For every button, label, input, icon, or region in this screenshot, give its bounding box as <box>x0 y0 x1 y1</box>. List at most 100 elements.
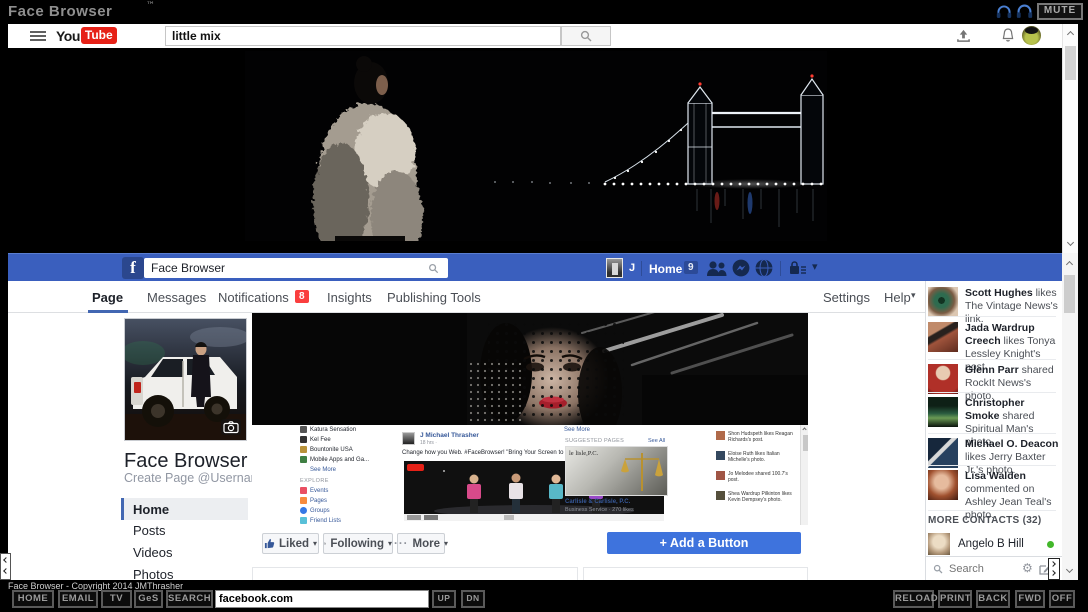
fwd-button[interactable]: FWD <box>1015 590 1045 608</box>
scroll-corner-left[interactable] <box>0 553 11 580</box>
search-icon[interactable] <box>428 263 439 274</box>
back-button[interactable]: BACK <box>976 590 1010 608</box>
youtube-scrollbar[interactable] <box>1062 24 1078 253</box>
reload-button[interactable]: RELOAD <box>893 590 934 608</box>
tab-notifications[interactable]: Notifications <box>218 290 289 305</box>
embed-suggested-card: le lisle,P.C. <box>565 446 668 496</box>
contact-avatar <box>928 533 950 555</box>
chat-search-input[interactable] <box>947 560 1017 577</box>
scroll-down-icon[interactable] <box>1067 239 1074 246</box>
tab-messages[interactable]: Messages <box>147 290 206 305</box>
more-contacts-header: MORE CONTACTS (32) <box>928 515 1042 526</box>
facebook-search-input[interactable] <box>144 258 448 278</box>
sidebar-item-home[interactable]: Home <box>121 498 248 520</box>
upload-icon[interactable] <box>956 29 971 43</box>
story-thumbnail <box>928 438 958 468</box>
settings-link[interactable]: Settings <box>823 290 870 305</box>
headphones-icon <box>996 5 1012 19</box>
embed-see-more-link: See More <box>564 427 590 433</box>
url-input[interactable] <box>215 590 429 608</box>
email-button[interactable]: EMAIL <box>58 590 98 608</box>
feed-card-edge-2 <box>583 567 808 580</box>
cover-photo[interactable]: Katura Sensation Kel Fee Bountonite USA … <box>252 313 808 525</box>
dn-button[interactable]: DN <box>461 590 485 608</box>
page-create-hint[interactable]: Create Page @Username <box>124 471 268 485</box>
story-thumbnail <box>928 287 958 317</box>
app-title: Face Browser <box>8 3 112 20</box>
chat-search-bar: ⚙ <box>925 556 1062 580</box>
video-player[interactable] <box>245 51 827 250</box>
sidebar-item-videos[interactable]: Videos <box>133 545 173 560</box>
embed-card-title: Carlisle & Carlisle, P.C. <box>565 499 630 505</box>
help-caret-icon: ▾ <box>911 291 916 301</box>
ticker-item[interactable]: Scott Hughes likes The Vintage News's li… <box>928 287 1060 326</box>
contact-row[interactable]: Angelo B Hill <box>928 533 1058 555</box>
scrollbar-thumb[interactable] <box>1064 275 1075 313</box>
friend-requests-icon[interactable] <box>705 260 727 276</box>
liked-button[interactable]: Liked▾ <box>262 533 319 554</box>
embed-see-all-link: See All <box>648 438 665 444</box>
following-button[interactable]: Following▾ <box>323 533 393 554</box>
home-link[interactable]: Home <box>649 262 682 276</box>
off-button[interactable]: OFF <box>1049 590 1075 608</box>
page-title: Face Browser <box>124 450 247 473</box>
ges-button[interactable]: GeS <box>134 590 163 608</box>
scroll-up-icon[interactable] <box>1066 261 1073 268</box>
facebook-scrollbar[interactable] <box>1062 253 1078 580</box>
up-button[interactable]: UP <box>432 590 456 608</box>
page-admin-tabs: Page Messages Notifications 8 Insights P… <box>8 281 925 313</box>
help-link[interactable]: Help <box>884 290 911 305</box>
home-button[interactable]: HOME <box>12 590 54 608</box>
print-button[interactable]: PRINT <box>938 590 972 608</box>
search-button[interactable]: SEARCH <box>166 590 213 608</box>
notifications-bell-icon[interactable] <box>1001 28 1015 44</box>
headphones-icon-2 <box>1016 4 1033 19</box>
embed-scrollbar <box>800 425 808 525</box>
privacy-shortcuts-lock-icon[interactable] <box>789 261 806 275</box>
add-a-button[interactable]: + Add a Button <box>607 532 801 554</box>
avatar[interactable] <box>1022 26 1041 45</box>
search-icon <box>933 564 943 574</box>
scroll-down-icon[interactable] <box>1066 566 1073 573</box>
mute-button[interactable]: MUTE <box>1037 3 1083 20</box>
globe-icon[interactable] <box>755 259 773 277</box>
scroll-up-icon[interactable] <box>1067 31 1074 38</box>
thumb-up-icon <box>264 538 275 549</box>
following-rss-icon <box>324 538 326 549</box>
menu-hamburger-icon[interactable] <box>30 31 46 41</box>
notifications-badge: 8 <box>295 290 309 303</box>
youtube-search-button[interactable] <box>561 26 611 46</box>
app-titlebar: Face Browser ™ MUTE <box>0 0 1088 24</box>
more-button[interactable]: ··· More▾ <box>397 533 445 554</box>
gear-icon[interactable]: ⚙ <box>1022 561 1033 575</box>
profile-name[interactable]: J <box>629 262 635 274</box>
scrollbar-thumb[interactable] <box>1065 46 1076 80</box>
tab-publishing-tools[interactable]: Publishing Tools <box>387 290 481 305</box>
profile-thumbnail[interactable] <box>606 258 623 278</box>
search-icon <box>580 30 592 42</box>
tab-page[interactable]: Page <box>92 290 123 305</box>
profile-picture[interactable] <box>124 318 247 441</box>
trademark-symbol: ™ <box>146 1 155 11</box>
feed-card-edge <box>252 567 578 580</box>
camera-icon[interactable] <box>221 419 241 435</box>
youtube-logo[interactable]: You Tube <box>56 27 117 44</box>
scroll-corner-right[interactable] <box>1048 558 1060 580</box>
youtube-search-input[interactable] <box>165 26 561 46</box>
tab-insights[interactable]: Insights <box>327 290 372 305</box>
facebook-navbar: f J Home 9 ▾ <box>8 253 1062 281</box>
home-badge: 9 <box>684 261 698 274</box>
story-thumbnail <box>928 397 958 427</box>
embed-post-avatar <box>402 432 415 445</box>
youtube-header: You Tube <box>8 24 1062 48</box>
ellipsis-icon: ··· <box>394 538 409 550</box>
sidebar-item-posts[interactable]: Posts <box>133 523 166 538</box>
online-status-dot <box>1047 541 1054 548</box>
facebook-logo[interactable]: f <box>122 257 144 279</box>
account-menu-caret-icon[interactable]: ▾ <box>812 260 818 273</box>
messenger-icon[interactable] <box>732 259 750 277</box>
embed-post-author: J Michael Thrasher <box>420 432 479 439</box>
embed-card-subtitle: Business Service · 270 likes <box>565 507 634 513</box>
cover-portrait <box>252 313 808 425</box>
tv-button[interactable]: TV <box>101 590 132 608</box>
